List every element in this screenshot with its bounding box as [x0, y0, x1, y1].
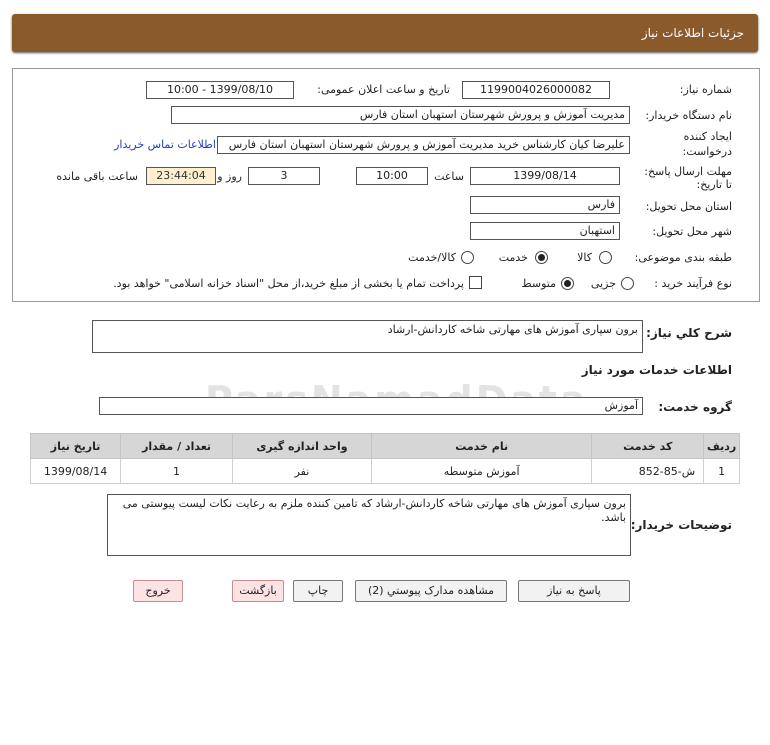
page-title: جزئیات اطلاعات نیاز	[641, 26, 744, 40]
need-number-field: 1199004026000082	[462, 81, 610, 99]
table-header-row: ردیف کد خدمت نام خدمت واحد اندازه گیری ت…	[29, 433, 740, 459]
details-panel	[12, 68, 760, 302]
announce-label: تاریخ و ساعت اعلان عمومی:	[317, 83, 450, 96]
deadline-label-2: تا تاریخ:	[696, 178, 732, 191]
category-radio-service[interactable]	[535, 251, 548, 264]
treasury-payment-note: پرداخت تمام یا بخشی از مبلغ خرید،از محل …	[113, 277, 464, 290]
buyer-org-label: نام دستگاه خریدار:	[645, 109, 732, 122]
creator-label-2: درخواست:	[682, 145, 732, 158]
buyer-notes-label: توضیحات خریدار:	[630, 518, 732, 532]
summary-field: برون سپاری آموزش های مهارتی شاخه کاردانش…	[92, 320, 643, 353]
deadline-time-label: ساعت	[434, 170, 464, 183]
page-header: جزئیات اطلاعات نیاز	[12, 14, 758, 52]
print-button[interactable]: چاپ	[293, 580, 343, 602]
remaining-time-field: 23:44:04	[146, 167, 216, 185]
process-radio-minor[interactable]	[621, 277, 634, 290]
services-table: ردیف کد خدمت نام خدمت واحد اندازه گیری ت…	[29, 433, 740, 484]
category-option-goods-service: کالا/خدمت	[408, 251, 456, 264]
buyer-notes-field: برون سپاری آموزش های مهارتی شاخه کاردانش…	[107, 494, 631, 556]
process-label: نوع فرآیند خرید :	[654, 277, 732, 290]
need-number-label: شماره نیاز:	[679, 83, 732, 96]
cell-quantity: 1	[120, 458, 233, 484]
service-group-field: آموزش	[99, 397, 643, 415]
days-field: 3	[248, 167, 320, 185]
days-label: روز و	[217, 170, 242, 183]
category-radio-goods[interactable]	[599, 251, 612, 264]
col-header-need-date: تاریخ نیاز	[29, 433, 122, 459]
buyer-org-field: مدیریت آموزش و پرورش شهرستان استهبان است…	[171, 106, 630, 124]
exit-button[interactable]: خروج	[133, 580, 183, 602]
col-header-service-name: نام خدمت	[370, 433, 593, 459]
cell-unit: نفر	[231, 458, 372, 484]
cell-need-date: 1399/08/14	[29, 458, 122, 484]
creator-label-1: ایجاد کننده	[683, 130, 732, 143]
category-option-goods: کالا	[577, 251, 592, 264]
col-header-unit: واحد اندازه گیری	[231, 433, 372, 459]
col-header-service-code: کد خدمت	[591, 433, 705, 459]
deadline-time-field: 10:00	[356, 167, 428, 185]
process-radio-medium[interactable]	[561, 277, 574, 290]
province-label: استان محل تحویل:	[645, 200, 732, 213]
deadline-label-1: مهلت ارسال پاسخ:	[644, 165, 732, 178]
cell-row-number: 1	[703, 458, 740, 484]
cell-service-name: آموزش متوسطه	[370, 458, 593, 484]
province-field: فارس	[470, 196, 620, 214]
treasury-payment-checkbox[interactable]	[469, 276, 482, 289]
col-header-row-number: ردیف	[703, 433, 740, 459]
attachments-button[interactable]: مشاهده مدارک پیوستي (2)	[355, 580, 507, 602]
process-option-minor: جزیی	[590, 277, 616, 290]
service-group-label: گروه خدمت:	[658, 400, 732, 414]
remaining-label: ساعت باقی مانده	[56, 170, 138, 183]
deadline-date-field: 1399/08/14	[470, 167, 620, 185]
summary-label: شرح کلي نياز:	[646, 326, 732, 340]
table-row: 1 ش-85-852 آموزش متوسطه نفر 1 1399/08/14	[29, 458, 740, 484]
category-radio-goods-service[interactable]	[461, 251, 474, 264]
reply-button[interactable]: پاسخ به نیاز	[518, 580, 630, 602]
creator-field: علیرضا کیان کارشناس خرید مدیریت آموزش و …	[217, 136, 630, 154]
process-option-medium: متوسط	[521, 277, 556, 290]
category-option-service: خدمت	[498, 251, 528, 264]
city-field: استهبان	[470, 222, 620, 240]
category-label: طبقه بندی موضوعی:	[634, 251, 732, 264]
col-header-quantity: تعداد / مقدار	[120, 433, 233, 459]
back-button[interactable]: بازگشت	[232, 580, 284, 602]
buyer-contact-link[interactable]: اطلاعات تماس خریدار	[114, 138, 216, 151]
city-label: شهر محل تحویل:	[652, 225, 732, 238]
announce-field: 1399/08/10 - 10:00	[146, 81, 294, 99]
cell-service-code: ش-85-852	[591, 458, 705, 484]
services-section-title: اطلاعات خدمات مورد نیاز	[581, 363, 732, 377]
